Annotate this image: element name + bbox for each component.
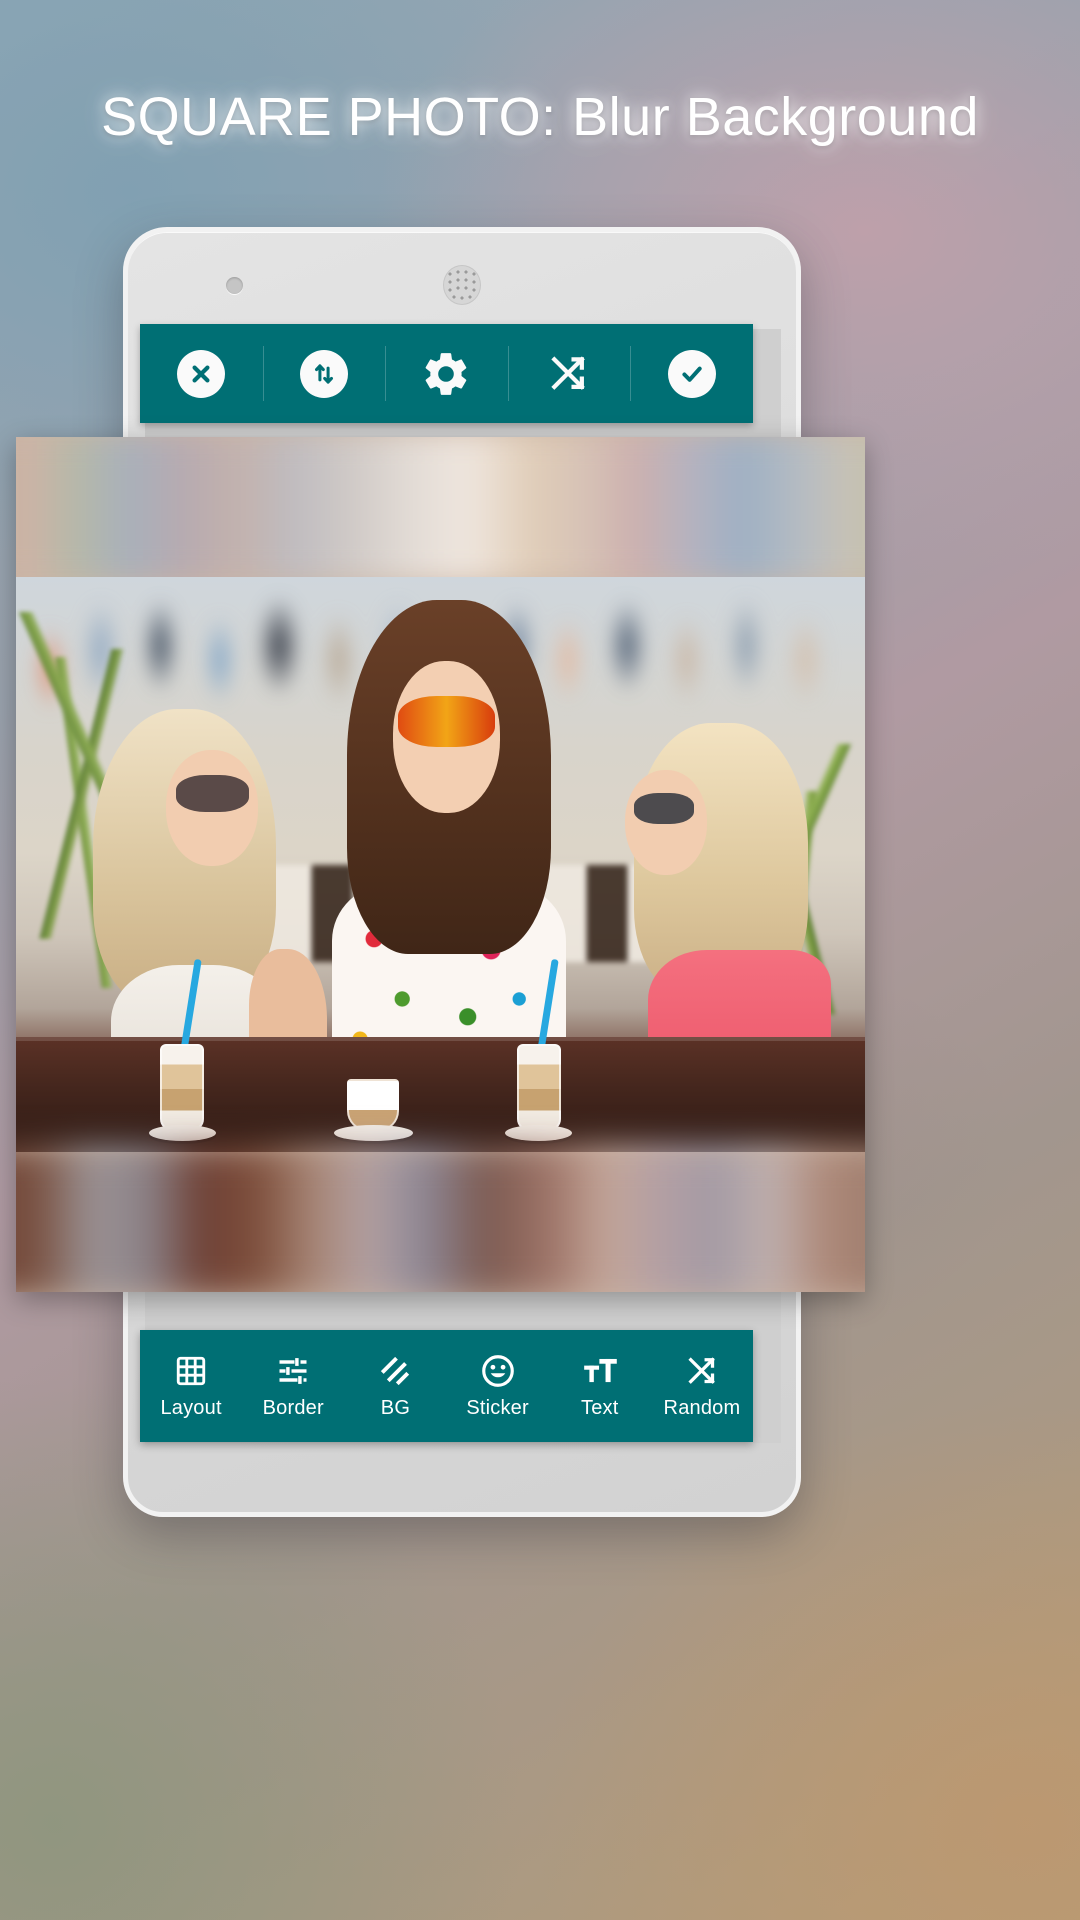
scene-table (16, 1037, 865, 1152)
sunglasses (175, 774, 249, 813)
settings-button[interactable]: Settings (385, 324, 508, 423)
tool-sticker[interactable]: Sticker (447, 1330, 549, 1442)
square-photo-preview[interactable] (16, 437, 865, 1292)
mirrored-sunglasses (398, 696, 495, 747)
tool-bg-label: BG (380, 1397, 411, 1419)
tool-sticker-label: Sticker (466, 1397, 529, 1419)
close-circle-icon (177, 349, 226, 398)
shuffle-icon (547, 352, 591, 396)
latte-glass-right (505, 959, 573, 1141)
sunglasses (633, 793, 694, 825)
confirm-button[interactable]: Done (630, 324, 753, 423)
smiley-icon (479, 1352, 517, 1390)
photo-image (16, 577, 865, 1152)
speaker-grille-icon (443, 265, 481, 305)
grid-icon (173, 1352, 209, 1390)
shuffle-icon (684, 1352, 720, 1390)
blurred-band-bottom (16, 1146, 865, 1292)
coffee-cup-center (333, 1069, 413, 1141)
swap-button[interactable]: Swap (262, 324, 386, 423)
top-toolbar: Close Swap Settings (140, 324, 753, 423)
app-root: SQUARE PHOTO: Blur Background Close Swap (0, 0, 1080, 1920)
gear-icon (420, 348, 472, 400)
close-button[interactable]: Close (140, 324, 263, 423)
tool-border[interactable]: Border (242, 1330, 344, 1442)
blurred-band-top (16, 437, 865, 583)
hair (93, 708, 277, 1007)
tool-text-label: Text (581, 1397, 619, 1419)
shuffle-button[interactable]: Shuffle (507, 324, 631, 423)
diagonal-stripes-icon (377, 1352, 413, 1390)
sliders-icon (275, 1352, 311, 1390)
photo-scene (16, 577, 865, 1152)
tool-border-label: Border (262, 1397, 324, 1419)
page-title: SQUARE PHOTO: Blur Background (101, 87, 979, 147)
tool-layout[interactable]: Layout (140, 1330, 242, 1442)
tool-random[interactable]: Random (651, 1330, 753, 1442)
swap-vertical-circle-icon (299, 349, 348, 398)
tool-random-label: Random (663, 1397, 741, 1419)
tool-layout-label: Layout (160, 1397, 222, 1419)
check-circle-icon (667, 349, 716, 398)
camera-icon (226, 277, 243, 294)
bottom-toolbar: Layout Border BG Sticker Text Random (140, 1330, 753, 1442)
tool-text[interactable]: Text (549, 1330, 651, 1442)
text-size-icon (581, 1352, 619, 1390)
latte-glass-left (148, 959, 216, 1141)
tool-bg[interactable]: BG (344, 1330, 446, 1442)
